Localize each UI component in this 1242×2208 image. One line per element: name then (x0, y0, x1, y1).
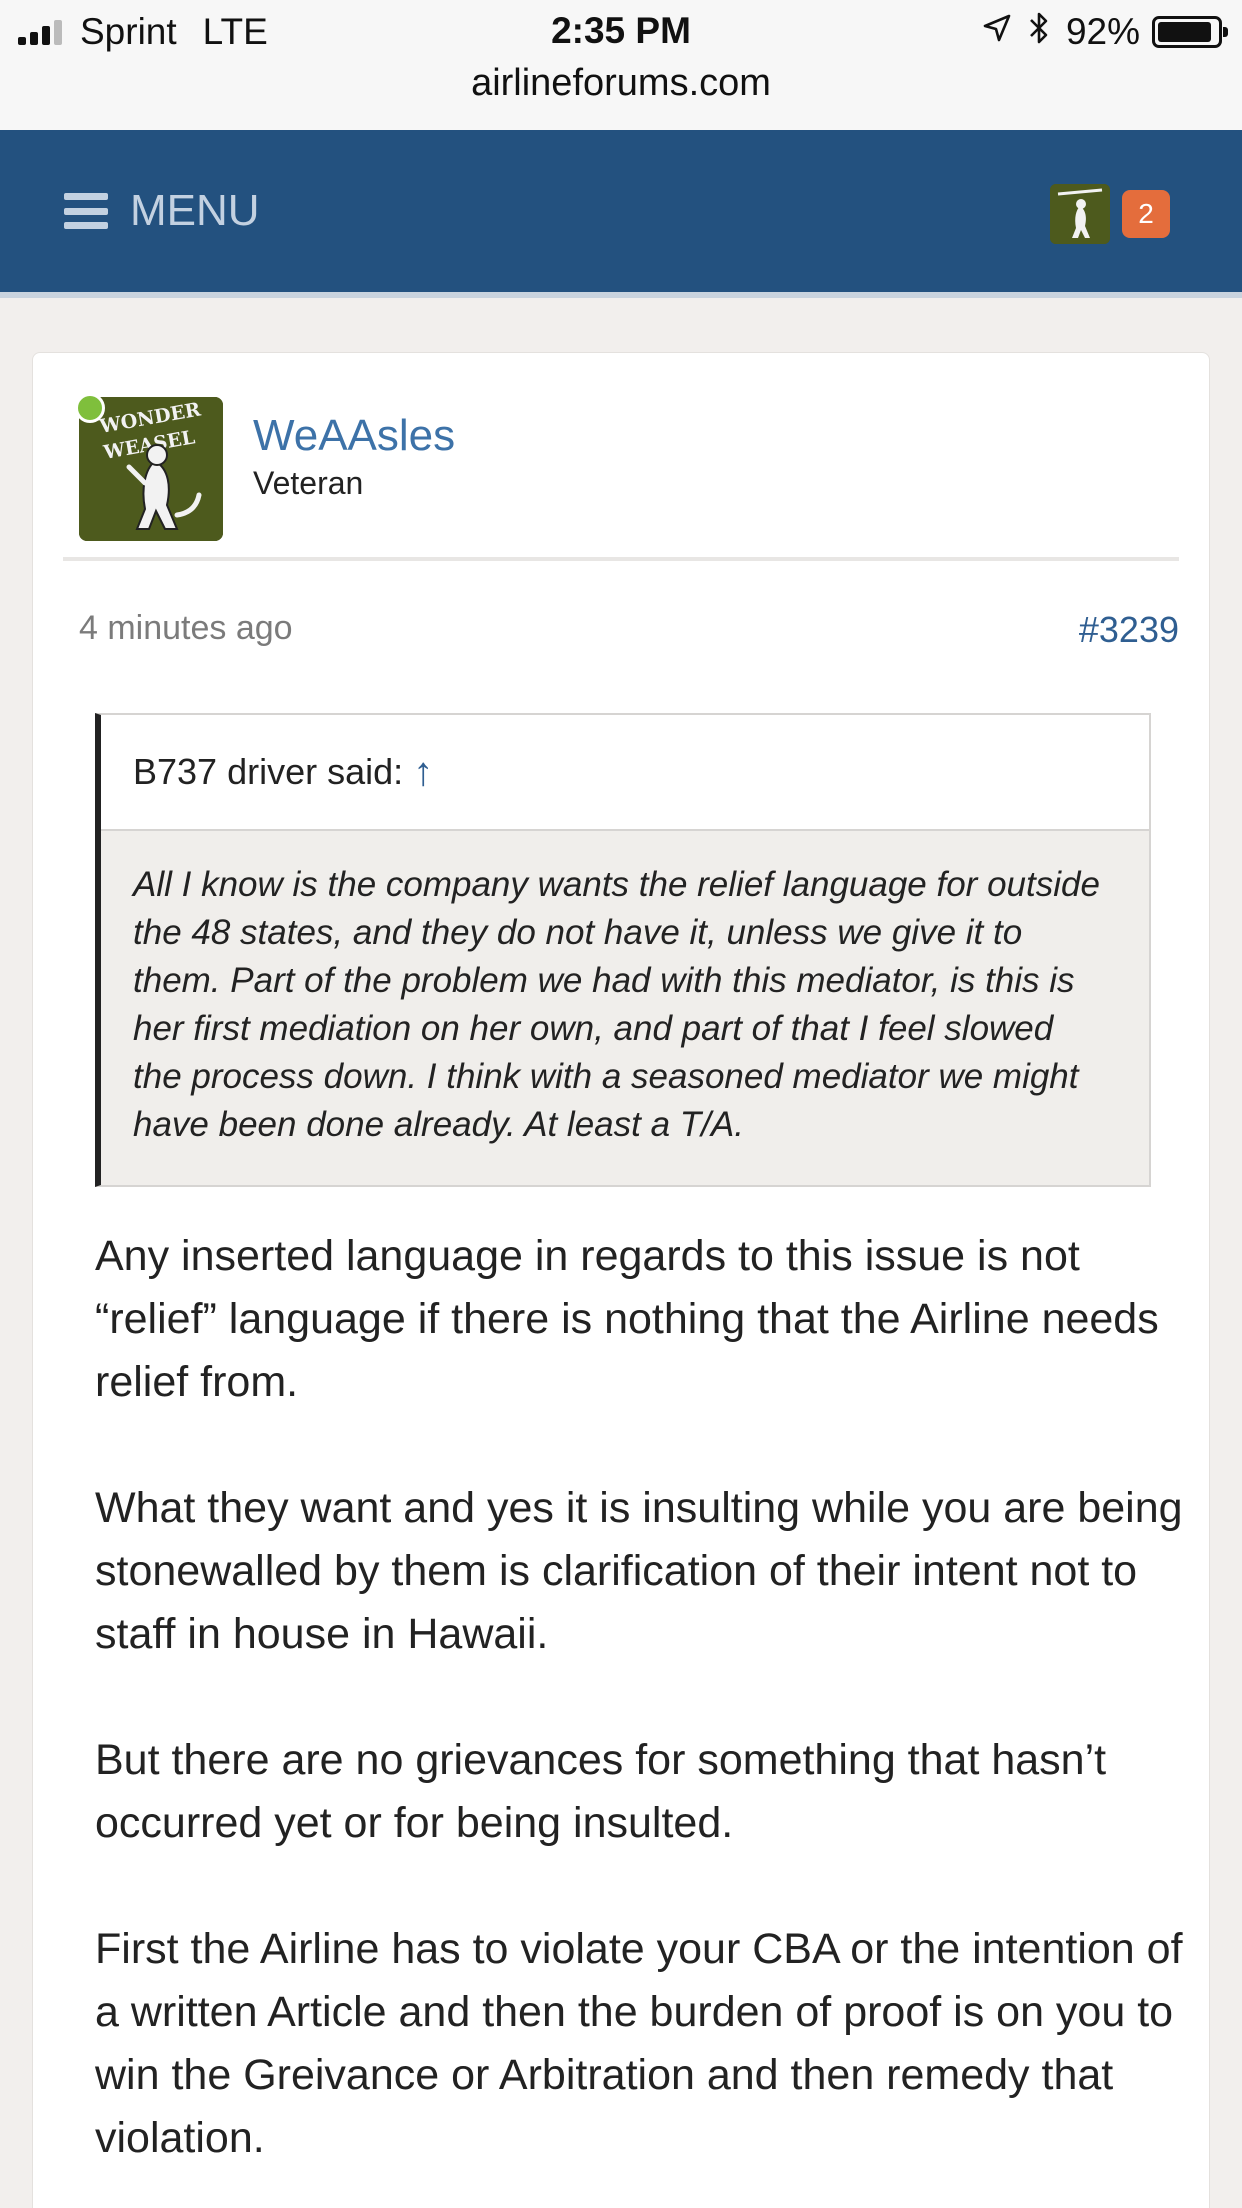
battery-percent: 92% (1065, 11, 1140, 52)
status-bar: Sprint LTE 2:35 PM 92% airlineforums.com (0, 0, 1242, 130)
post-number-link[interactable]: #3239 (1079, 609, 1179, 651)
author-title: Veteran (253, 465, 364, 501)
quote-header: B737 driver said: ↑ (101, 715, 1149, 831)
bluetooth-icon (1028, 11, 1050, 54)
header-divider (63, 557, 1179, 561)
location-arrow-icon (982, 13, 1012, 52)
quote-attribution: B737 driver said: (133, 751, 404, 792)
post-paragraph: But there are no grievances for somethin… (95, 1736, 1107, 1847)
status-right: 92% (982, 10, 1228, 54)
hamburger-icon (64, 193, 108, 229)
author-avatar[interactable]: WONDER WEASEL (75, 393, 223, 541)
post-paragraph: What they want and yes it is insulting w… (95, 1484, 1183, 1658)
post-paragraph: First the Airline has to violate your CB… (95, 1925, 1183, 2162)
quote-text: All I know is the company wants the reli… (101, 831, 1149, 1185)
menu-label: MENU (130, 186, 260, 235)
site-header: MENU 2 (0, 130, 1242, 298)
notification-badge[interactable]: 2 (1122, 190, 1170, 238)
address-bar-url[interactable]: airlineforums.com (0, 62, 1242, 105)
author-name-link[interactable]: WeAAsles (253, 411, 455, 461)
post-paragraph: Any inserted language in regards to this… (95, 1232, 1159, 1406)
menu-button[interactable]: MENU (64, 130, 260, 292)
user-avatar-button[interactable] (1050, 184, 1110, 244)
post-card: WONDER WEASEL WeAAsles Veteran 4 minutes… (32, 352, 1210, 2208)
online-status-dot (75, 393, 105, 423)
quote-block: B737 driver said: ↑ All I know is the co… (95, 713, 1151, 1187)
jump-to-quote-icon[interactable]: ↑ (413, 750, 433, 795)
post-timestamp[interactable]: 4 minutes ago (79, 609, 293, 648)
battery-icon (1152, 16, 1228, 48)
post-body: Any inserted language in regards to this… (95, 1225, 1185, 2208)
weasel-avatar-icon (1050, 184, 1110, 244)
